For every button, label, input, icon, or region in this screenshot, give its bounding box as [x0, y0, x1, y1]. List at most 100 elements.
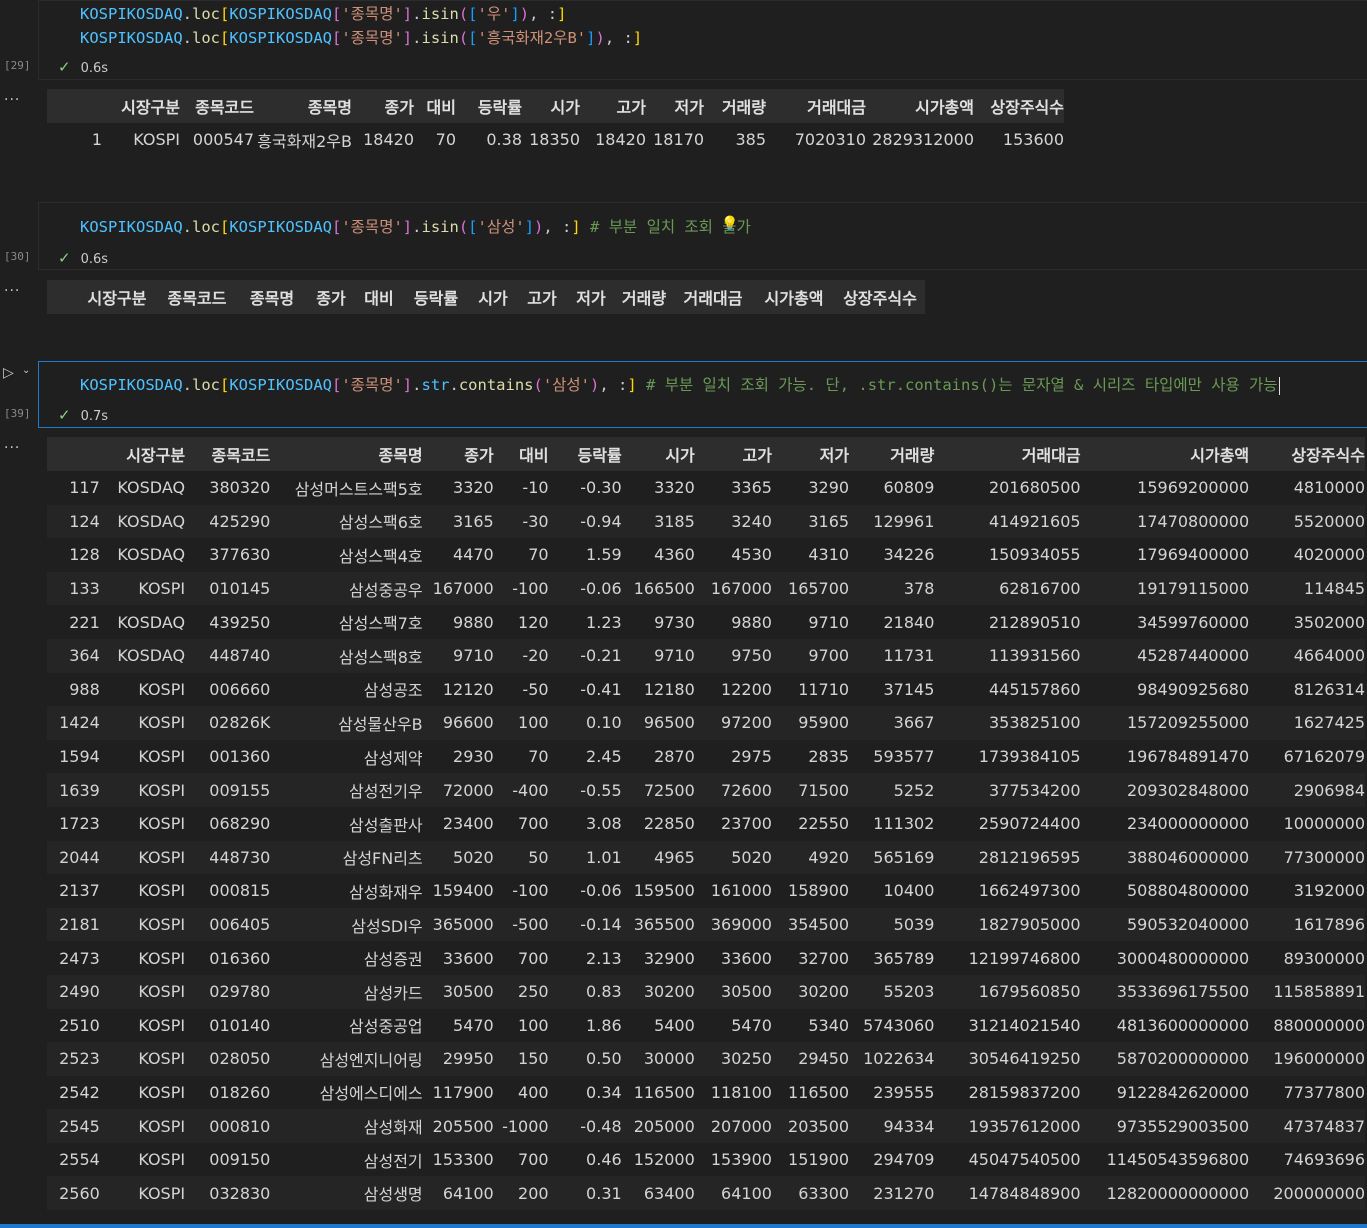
table-cell: -0.94 [548, 504, 622, 539]
table-row: 124 KOSDAQ 425290 삼성스팩6호 3165 -30 -0.94 3185 324… [47, 504, 1365, 539]
table-cell: KOSPI [138, 814, 186, 834]
table-cell: 9735529003500 [1080, 1109, 1250, 1143]
table-cell: 880000000 [1273, 1015, 1365, 1035]
execution-time: 0.6s [80, 252, 109, 267]
table-cell: 흥국화재2우B [257, 131, 352, 151]
table-cell: KOSPI [99, 706, 186, 740]
table-cell: 0.34 [586, 1082, 622, 1102]
table-cell: 3365 [731, 478, 772, 498]
table-cell: 153600 [1002, 130, 1064, 150]
table-cell: 4965 [621, 840, 695, 875]
table-row: 2523 KOSPI 028050 삼성엔지니어링 29950 150 0.50 30000 3… [47, 1042, 1365, 1076]
table-cell: 2975 [731, 747, 772, 767]
code-token: str [421, 376, 450, 394]
code-cell-30[interactable]: KOSPIKOSDAQ.loc[KOSPIKOSDAQ['종목명'].isin(… [38, 202, 1367, 270]
table-cell: 114845 [1249, 571, 1365, 606]
table-cell: 000815 [209, 881, 271, 901]
table-cell: 365789 [873, 948, 935, 968]
code-token: , : [599, 376, 628, 394]
table-row: 1639 KOSPI 009155 삼성전기우 72000 -400 -0.55 72500 7… [47, 773, 1365, 807]
lightbulb-icon[interactable]: 💡 [721, 216, 738, 232]
table-cell: 128 [69, 545, 100, 565]
column-header: 종목코드 [180, 89, 254, 123]
column-header: 대비 [414, 89, 456, 123]
output-menu-icon[interactable]: ··· [4, 92, 20, 108]
table-cell: 삼성전기우 [270, 773, 423, 807]
table-cell: 4020000 [1293, 545, 1365, 565]
table-cell: 988 [69, 679, 100, 699]
table-cell: 5520000 [1249, 504, 1365, 539]
table-cell: 1.01 [548, 840, 622, 875]
code-token: [ [332, 29, 342, 47]
code-cell-29[interactable]: KOSPIKOSDAQ.loc[KOSPIKOSDAQ['종목명'].isin(… [38, 0, 1367, 80]
table-cell: KOSDAQ [117, 545, 186, 565]
table-cell: -400 [493, 773, 549, 807]
table-cell: 2181 [47, 907, 100, 942]
table-cell: 89300000 [1283, 948, 1365, 968]
code-token: ] [627, 376, 637, 394]
code-cell-39[interactable]: KOSPIKOSDAQ.loc[KOSPIKOSDAQ['종목명'].str.c… [38, 361, 1367, 428]
table-cell: 삼성스팩8호 [270, 638, 423, 673]
table-cell: 2590724400 [978, 814, 1081, 834]
code-token: [ [468, 29, 478, 47]
table-header-row: 시장구분 종목코드 종목명 종가 대비 등락률 시가 고가 저가 거래량 거래대금 시가총액 상장주식수 [47, 280, 925, 314]
table-cell: 369000 [694, 907, 772, 942]
code-token: [ [468, 5, 478, 23]
table-cell: 17969400000 [1137, 545, 1250, 565]
code-token: [ [332, 376, 342, 394]
table-cell: 196000000 [1249, 1042, 1365, 1076]
column-header: 종가 [422, 437, 494, 471]
table-cell: 3667 [849, 706, 935, 740]
table-cell: 34599760000 [1137, 612, 1250, 632]
table-cell: 165700 [771, 571, 850, 606]
table-cell: 98490925680 [1137, 679, 1250, 699]
table-cell: 2490 [47, 974, 100, 1009]
scrollbar[interactable] [0, 1224, 1367, 1228]
table-cell: 10000000 [1283, 814, 1365, 834]
table-cell: 212890510 [988, 612, 1081, 632]
table-cell: 3290 [808, 478, 850, 498]
output-menu-icon[interactable]: ··· [4, 440, 20, 456]
table-cell: 5870200000000 [1080, 1042, 1250, 1076]
table-cell: 삼성스팩4호 [338, 546, 423, 566]
run-cell-icon[interactable]: ▷ [3, 365, 14, 381]
column-header [47, 437, 100, 471]
table-cell: 17470800000 [1080, 504, 1250, 539]
table-cell: 18420 [363, 130, 414, 150]
code-token: ] [557, 5, 567, 23]
table-cell: 삼성SDI우 [270, 907, 423, 942]
table-cell: 1662497300 [978, 881, 1081, 901]
table-cell: 508804800000 [1126, 881, 1250, 901]
table-cell: 21840 [883, 612, 935, 632]
table-cell: 9710 [621, 638, 695, 673]
table-cell: 삼성화재우 [349, 882, 423, 902]
code-token: KOSPIKOSDAQ [229, 29, 332, 47]
table-cell: 239555 [873, 1082, 935, 1102]
code-token: . [182, 5, 192, 23]
table-cell: 28159837200 [968, 1082, 1081, 1102]
table-cell: 700 [518, 948, 549, 968]
column-header: 시장구분 [99, 437, 186, 471]
table-cell: 167000 [694, 571, 772, 606]
code-token: ] [402, 376, 413, 394]
table-cell: 1594 [59, 747, 100, 767]
table-cell: 14784848900 [934, 1176, 1081, 1211]
table-cell: 23700 [721, 814, 772, 834]
code-token: KOSPIKOSDAQ [229, 376, 332, 394]
table-cell: 3000480000000 [1116, 948, 1250, 968]
table-cell: 2542 [59, 1082, 100, 1102]
table-cell: 158900 [788, 881, 850, 901]
table-cell: 삼성엔지니어링 [270, 1042, 423, 1076]
table-cell: 100 [518, 1015, 549, 1035]
table-cell: 196784891470 [1126, 747, 1250, 767]
table-cell: 30200 [771, 974, 850, 1009]
output-menu-icon[interactable]: ··· [4, 283, 20, 299]
table-cell: 4810000 [1293, 478, 1365, 498]
table-cell: 115858891 [1249, 974, 1365, 1009]
chevron-down-icon[interactable]: ⌄ [22, 365, 30, 376]
code-token: '종목명' [341, 5, 403, 23]
table-cell: 47374837 [1249, 1109, 1365, 1143]
table-cell: 365500 [621, 907, 695, 942]
table-cell: -0.21 [548, 638, 622, 673]
table-cell: 2870 [654, 747, 695, 767]
